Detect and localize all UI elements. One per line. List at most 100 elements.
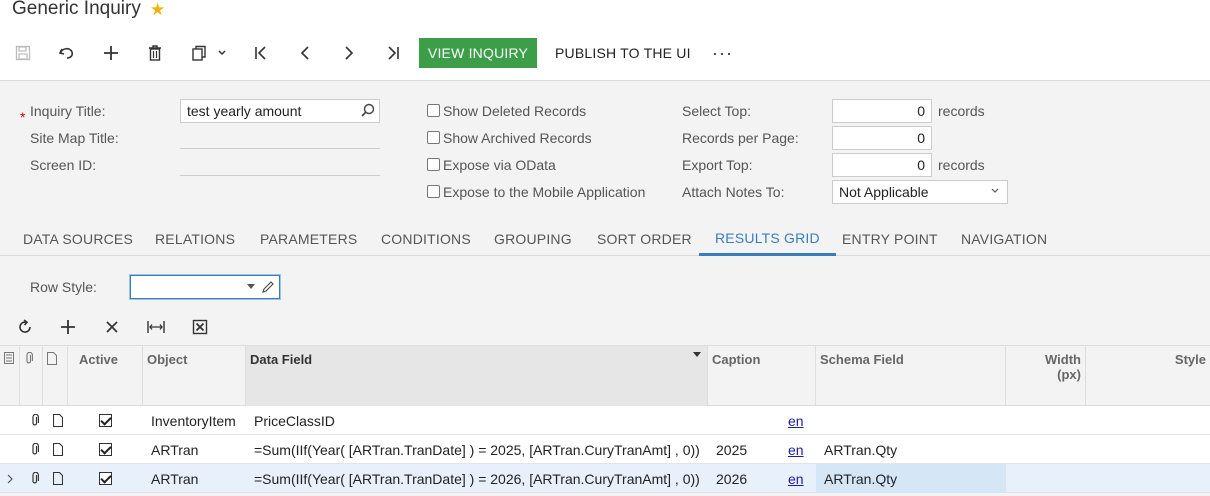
header-caption[interactable]: Caption (708, 346, 816, 407)
attach-notes-label: Attach Notes To: (682, 184, 785, 200)
copy-paste-dropdown-icon[interactable] (187, 38, 231, 68)
caption-cell[interactable]: 2025 (712, 435, 747, 464)
export-top-input[interactable]: 0 (832, 153, 932, 177)
publish-to-ui-button[interactable]: PUBLISH TO THE UI (555, 38, 691, 68)
object-cell[interactable]: ARTran (147, 435, 198, 464)
schema-field-cell[interactable]: ARTran.Qty (816, 464, 1006, 493)
show-archived-label: Show Archived Records (443, 130, 592, 146)
site-map-title-field[interactable] (180, 148, 380, 149)
select-top-input[interactable]: 0 (832, 99, 932, 123)
attachment-icon[interactable] (26, 435, 40, 464)
tab-data-sources[interactable]: DATA SOURCES (23, 222, 133, 256)
language-link[interactable]: en (784, 406, 804, 435)
expose-odata-label: Expose via OData (443, 157, 556, 173)
next-record-icon[interactable] (337, 38, 361, 68)
last-record-icon[interactable] (381, 38, 405, 68)
delete-icon[interactable] (143, 38, 167, 68)
header-active[interactable]: Active (68, 346, 143, 407)
header-attachments[interactable] (20, 346, 43, 407)
caption-cell[interactable] (712, 406, 716, 435)
header-style[interactable]: Style (1086, 346, 1210, 407)
more-actions-icon[interactable]: ··· (712, 38, 733, 68)
current-row-indicator-icon (2, 464, 14, 493)
note-icon[interactable] (49, 435, 63, 464)
tab-sort-order[interactable]: SORT ORDER (597, 222, 692, 256)
caption-cell[interactable]: 2026 (712, 464, 747, 493)
refresh-icon[interactable] (13, 312, 37, 342)
expose-odata-checkbox[interactable] (427, 158, 440, 171)
search-icon[interactable] (361, 103, 375, 117)
active-checkbox[interactable] (95, 464, 112, 493)
undo-icon[interactable] (55, 38, 79, 68)
schema-field-cell[interactable] (820, 406, 824, 435)
header-data-field-label: Data Field (250, 352, 313, 367)
add-row-icon[interactable] (56, 312, 80, 342)
select-top-label: Select Top: (682, 103, 752, 119)
delete-row-icon[interactable] (100, 312, 124, 342)
fit-columns-icon[interactable] (144, 312, 168, 342)
save-icon[interactable] (11, 38, 35, 68)
records-per-page-input[interactable]: 0 (832, 126, 932, 150)
tab-conditions[interactable]: CONDITIONS (381, 222, 471, 256)
attach-notes-select[interactable]: Not Applicable (832, 180, 1008, 204)
grid-settings-icon[interactable] (4, 352, 14, 364)
table-row-selected[interactable]: ARTran =Sum(IIf(Year( [ARTran.TranDate] … (0, 464, 1210, 493)
row-style-select[interactable] (130, 275, 280, 299)
select-top-records-suffix: records (938, 103, 985, 119)
attachment-icon[interactable] (26, 406, 40, 435)
add-icon[interactable] (99, 38, 123, 68)
note-icon (47, 352, 57, 365)
note-icon[interactable] (49, 406, 63, 435)
dropdown-arrow-icon[interactable] (247, 284, 255, 290)
inquiry-title-label: Inquiry Title: (30, 103, 106, 119)
active-checkbox[interactable] (95, 435, 112, 464)
show-archived-checkbox[interactable] (427, 131, 440, 144)
note-icon[interactable] (49, 464, 63, 493)
tab-entry-point[interactable]: ENTRY POINT (842, 222, 938, 256)
screen-id-field[interactable] (180, 175, 380, 176)
header-row-selector[interactable] (0, 346, 20, 407)
show-deleted-checkbox[interactable] (427, 104, 440, 117)
table-row[interactable]: ARTran =Sum(IIf(Year( [ARTran.TranDate] … (0, 435, 1210, 464)
sort-desc-icon (693, 352, 701, 357)
language-link[interactable]: en (784, 464, 804, 493)
tab-parameters[interactable]: PARAMETERS (260, 222, 357, 256)
edit-pencil-icon[interactable] (261, 280, 275, 294)
favorite-star-icon[interactable]: ★ (150, 0, 165, 20)
header-schema-field[interactable]: Schema Field (816, 346, 1006, 407)
expose-mobile-checkbox[interactable] (427, 185, 440, 198)
active-checkbox[interactable] (95, 406, 112, 435)
data-field-cell[interactable]: =Sum(IIf(Year( [ARTran.TranDate] ) = 202… (250, 435, 700, 464)
site-map-title-label: Site Map Title: (30, 130, 119, 146)
export-excel-icon[interactable] (188, 312, 212, 342)
object-cell[interactable]: ARTran (147, 464, 198, 493)
chevron-down-icon (991, 188, 999, 193)
language-link[interactable]: en (784, 435, 804, 464)
inquiry-title-input[interactable]: test yearly amount (180, 99, 380, 123)
inquiry-title-value: test yearly amount (187, 103, 302, 119)
header-object[interactable]: Object (143, 346, 246, 407)
tab-bar: DATA SOURCES RELATIONS PARAMETERS CONDIT… (0, 222, 1210, 256)
header-notes[interactable] (43, 346, 68, 407)
object-cell[interactable]: InventoryItem (147, 406, 236, 435)
tab-grouping[interactable]: GROUPING (494, 222, 572, 256)
tab-navigation[interactable]: NAVIGATION (961, 222, 1047, 256)
header-width[interactable]: Width (px) (1006, 346, 1086, 407)
tab-relations[interactable]: RELATIONS (155, 222, 235, 256)
data-field-cell[interactable]: PriceClassID (250, 406, 335, 435)
view-inquiry-button[interactable]: VIEW INQUIRY (419, 38, 537, 68)
paperclip-icon (26, 351, 33, 364)
records-per-page-label: Records per Page: (682, 130, 799, 146)
header-data-field[interactable]: Data Field (246, 346, 708, 407)
show-deleted-label: Show Deleted Records (443, 103, 587, 119)
schema-field-cell[interactable]: ARTran.Qty (820, 435, 897, 464)
grid-header: Active Object Data Field Caption Schema … (0, 345, 1210, 407)
table-row[interactable]: InventoryItem PriceClassID en (0, 406, 1210, 435)
page-title: Generic Inquiry (12, 0, 141, 19)
previous-record-icon[interactable] (293, 38, 317, 68)
data-field-cell[interactable]: =Sum(IIf(Year( [ARTran.TranDate] ) = 202… (250, 464, 700, 493)
export-top-label: Export Top: (682, 157, 753, 173)
first-record-icon[interactable] (249, 38, 273, 68)
attachment-icon[interactable] (26, 464, 40, 493)
tab-results-grid[interactable]: RESULTS GRID (699, 222, 836, 256)
